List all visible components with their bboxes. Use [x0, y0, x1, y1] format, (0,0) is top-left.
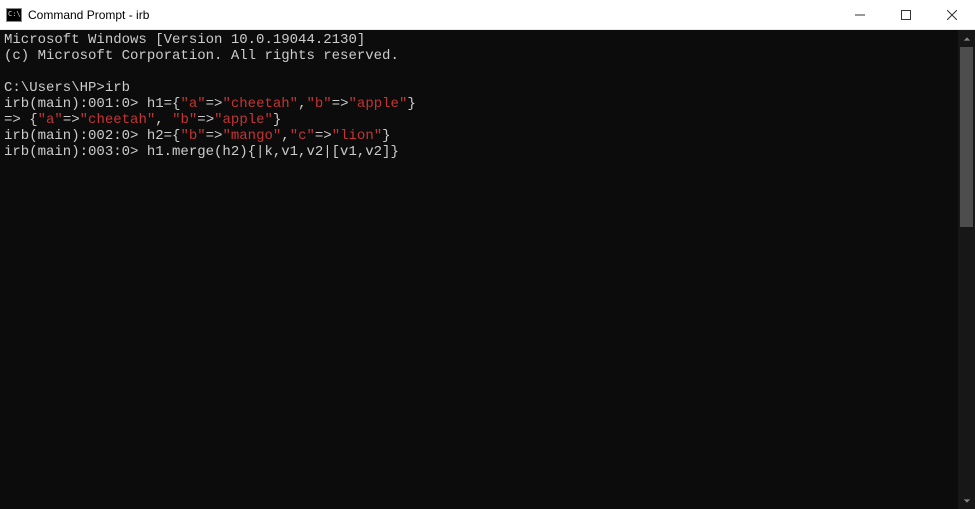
scrollbar[interactable] [958, 30, 975, 509]
output-line: irb(main):003:0> h1.merge(h2){|k,v1,v2|[… [4, 144, 954, 160]
terminal-area: Microsoft Windows [Version 10.0.19044.21… [0, 30, 975, 509]
scroll-down-icon[interactable] [958, 492, 975, 509]
output-line: irb(main):001:0> h1={"a"=>"cheetah","b"=… [4, 96, 954, 112]
output-line: C:\Users\HP>irb [4, 80, 954, 96]
output-line: irb(main):002:0> h2={"b"=>"mango","c"=>"… [4, 128, 954, 144]
close-button[interactable] [929, 0, 975, 29]
output-line: Microsoft Windows [Version 10.0.19044.21… [4, 32, 954, 48]
scroll-thumb[interactable] [960, 47, 973, 227]
output-line: (c) Microsoft Corporation. All rights re… [4, 48, 954, 64]
titlebar: Command Prompt - irb [0, 0, 975, 30]
maximize-button[interactable] [883, 0, 929, 29]
minimize-button[interactable] [837, 0, 883, 29]
output-line [4, 64, 954, 80]
output-line: => {"a"=>"cheetah", "b"=>"apple"} [4, 112, 954, 128]
window-controls [837, 0, 975, 29]
cmd-icon [6, 8, 22, 22]
window-title: Command Prompt - irb [28, 8, 837, 22]
terminal-output[interactable]: Microsoft Windows [Version 10.0.19044.21… [0, 30, 958, 509]
scroll-up-icon[interactable] [958, 30, 975, 47]
